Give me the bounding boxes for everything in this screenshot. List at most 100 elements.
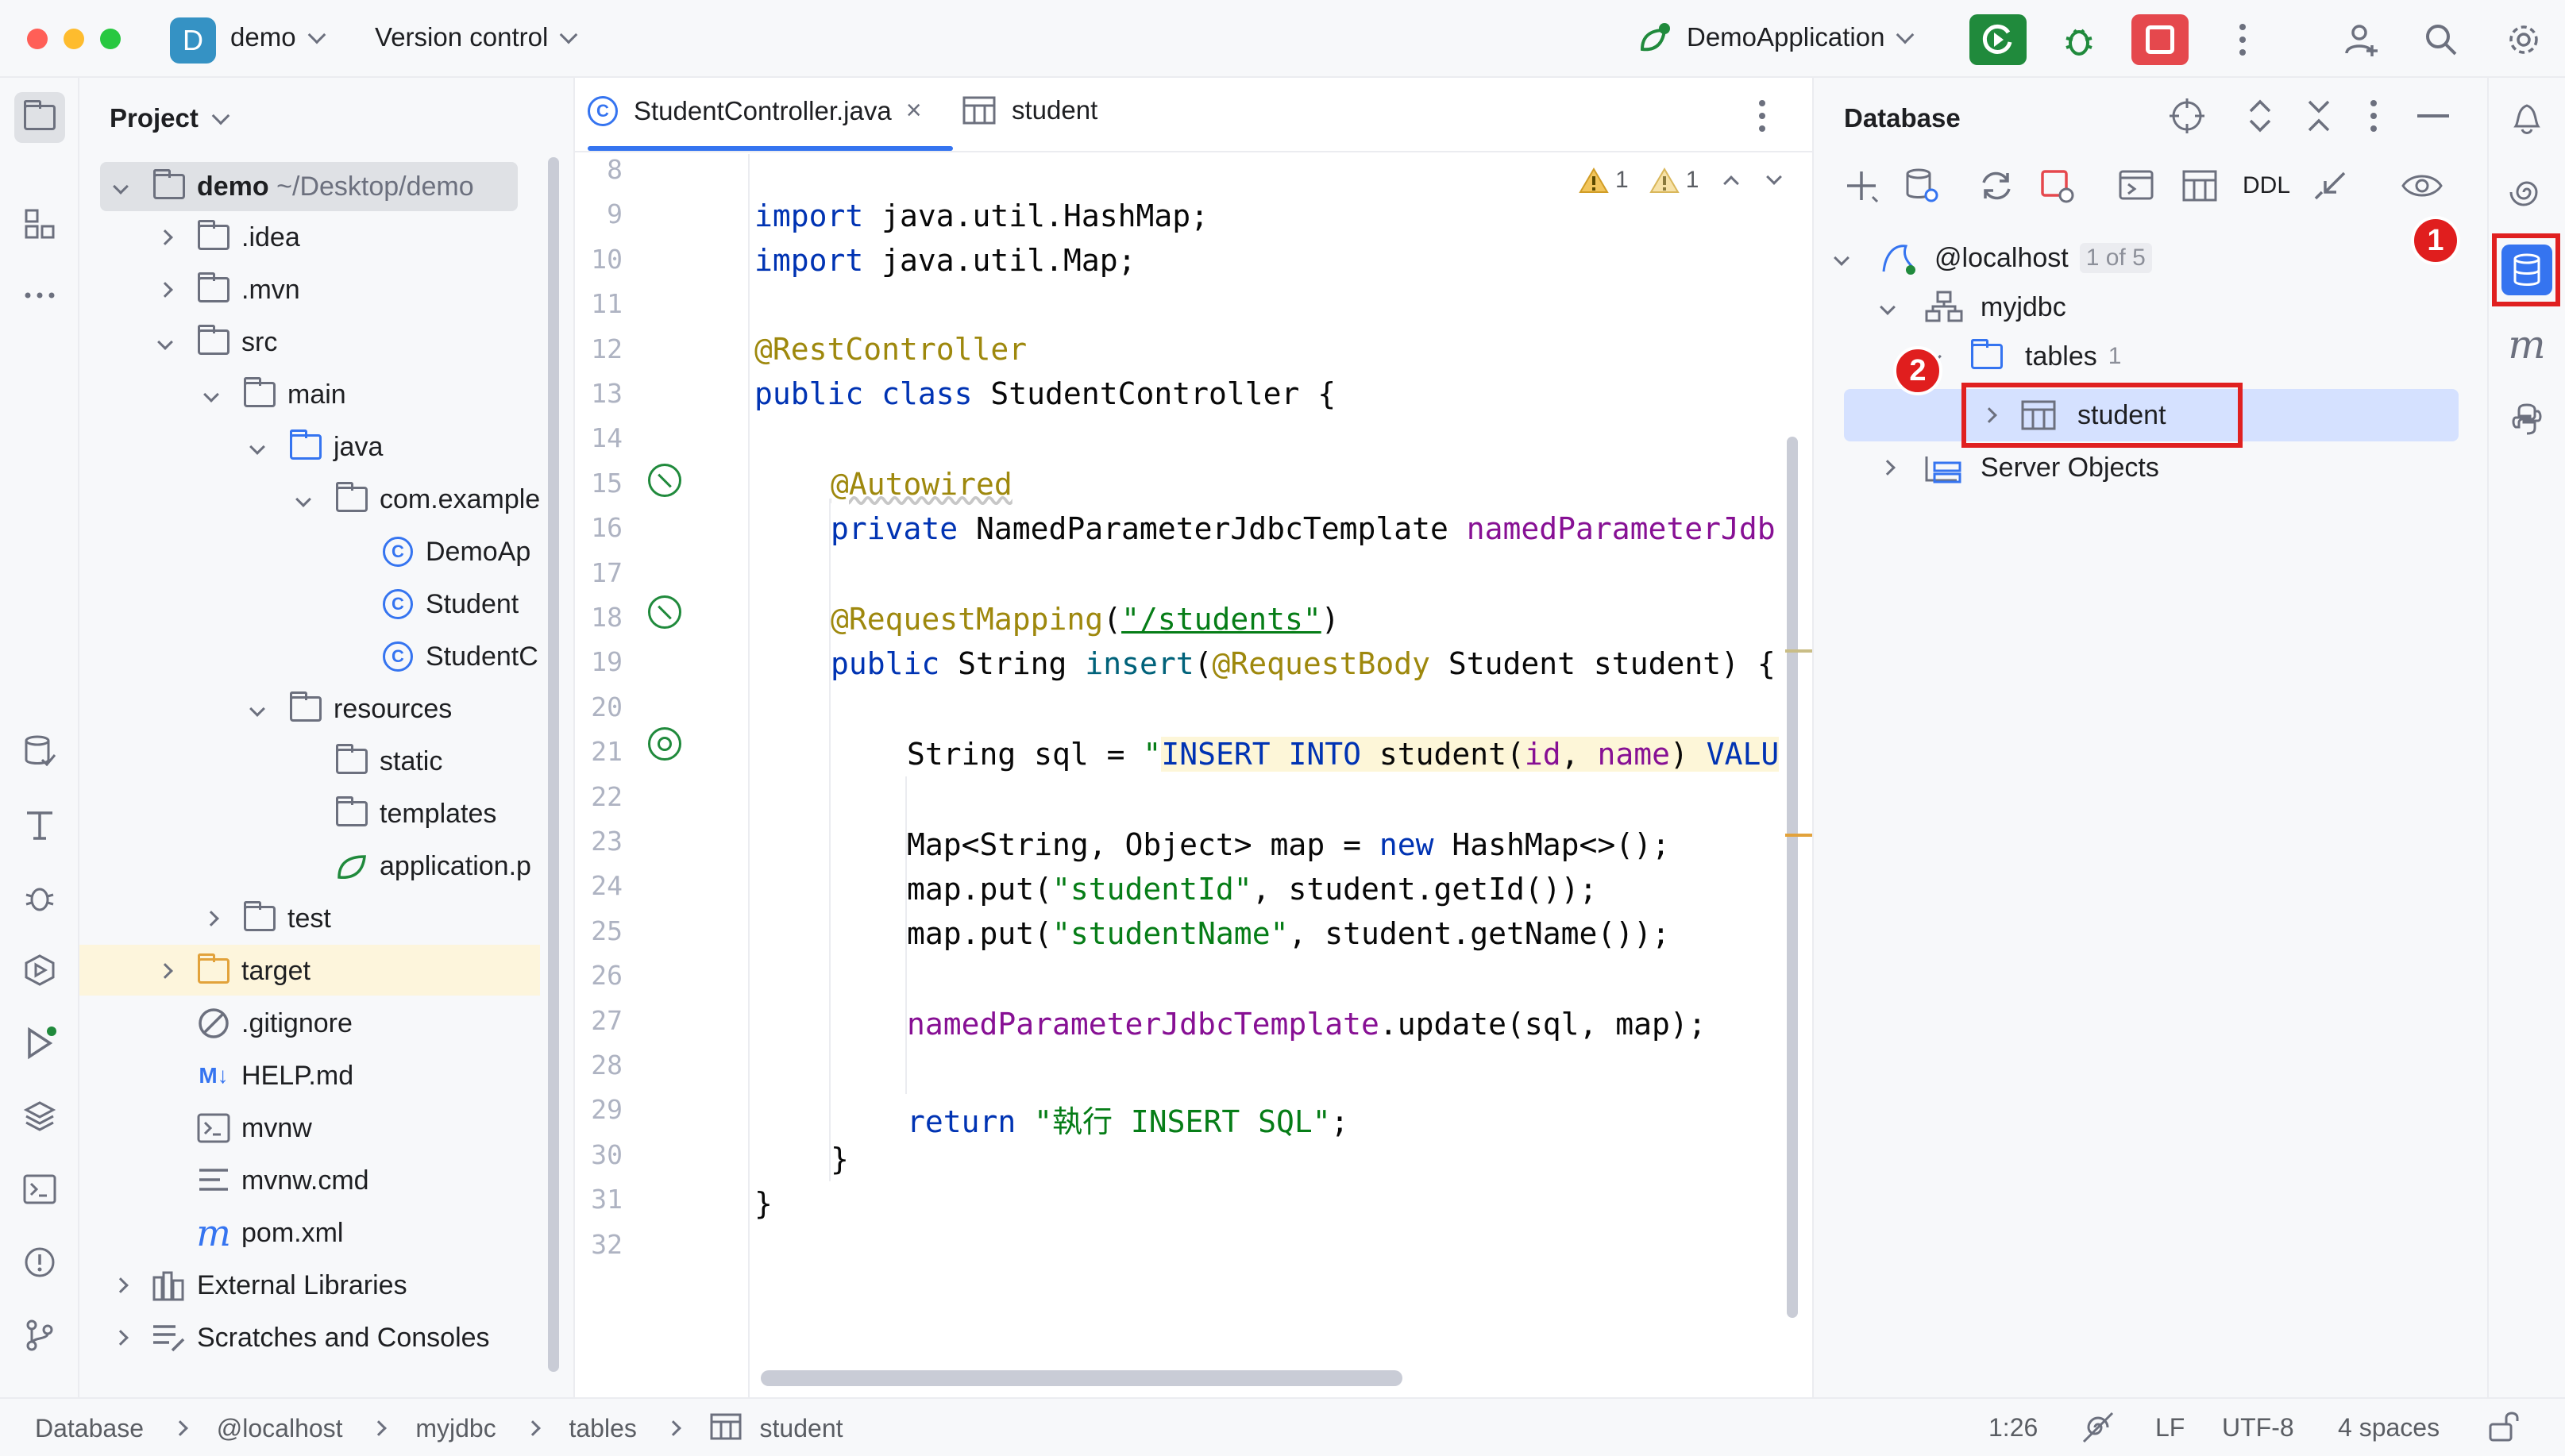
line-separator[interactable]: LF — [2155, 1413, 2185, 1443]
code-line-21[interactable]: String sql = "INSERT INTO student(id, na… — [754, 737, 1780, 772]
code-line-19[interactable]: public String insert(@RequestBody Studen… — [754, 646, 1776, 681]
problems-tool-button[interactable] — [14, 1237, 65, 1288]
more-actions-button[interactable] — [2219, 16, 2266, 64]
stop-button[interactable] — [2131, 14, 2189, 65]
tree-row-gitignore[interactable]: .gitignore — [79, 999, 540, 1048]
code-line-24[interactable]: map.put("studentId", student.getId()); — [754, 872, 1597, 907]
code-line-29[interactable]: return "執行 INSERT SQL"; — [754, 1097, 1348, 1141]
ddl-button[interactable]: DDL — [2235, 162, 2298, 210]
project-switcher[interactable]: demo — [230, 22, 326, 52]
more-tools-button[interactable] — [14, 270, 65, 321]
view-options-button[interactable] — [2398, 162, 2446, 210]
project-panel-title[interactable]: Project — [110, 103, 230, 133]
layers-tool-button[interactable] — [14, 1091, 65, 1142]
tree-row-mvnw[interactable]: mvnw — [79, 1104, 540, 1153]
project-tool-button[interactable] — [14, 92, 65, 143]
expand-all-button[interactable] — [2243, 97, 2278, 139]
tree-row-external-libraries[interactable]: External Libraries — [79, 1261, 540, 1310]
indent-setting[interactable]: 4 spaces — [2338, 1413, 2440, 1443]
tree-row-templates[interactable]: templates — [79, 789, 540, 838]
terminal-tool-button[interactable] — [14, 1164, 65, 1215]
db-tree-tables[interactable]: tables 1 — [1926, 332, 2121, 381]
breadcrumb-item[interactable]: student — [760, 1414, 843, 1443]
tab-student-controller[interactable]: C StudentController.java × — [588, 95, 922, 126]
project-scrollbar[interactable] — [548, 157, 559, 1372]
ai-status-button[interactable] — [2081, 1410, 2116, 1451]
tree-row-main[interactable]: main — [79, 370, 540, 419]
structure-tool-button[interactable] — [14, 198, 65, 249]
code-line-30[interactable]: } — [754, 1142, 849, 1177]
db-options-button[interactable] — [2370, 98, 2378, 137]
run-config-selector[interactable]: DemoApplication — [1687, 22, 1915, 52]
close-window-button[interactable] — [27, 29, 48, 49]
code-line-15[interactable]: @Autowired — [754, 467, 1012, 502]
code-line-18[interactable]: @RequestMapping("/students") — [754, 602, 1340, 637]
bean-gutter-icon[interactable] — [648, 464, 681, 497]
code-line-12[interactable]: @RestController — [754, 332, 1027, 367]
breadcrumb-item[interactable]: myjdbc — [415, 1414, 496, 1443]
run-tool-button[interactable] — [14, 1018, 65, 1069]
database-tool-button[interactable] — [2501, 245, 2552, 295]
breadcrumb-item[interactable]: @localhost — [217, 1414, 343, 1443]
debug-tool-button[interactable] — [14, 872, 65, 923]
close-tab-icon[interactable]: × — [906, 95, 922, 126]
caret-position[interactable]: 1:26 — [1988, 1413, 2038, 1443]
python-tool-button[interactable] — [2501, 394, 2552, 445]
tree-row-scratches[interactable]: Scratches and Consoles — [79, 1313, 540, 1362]
code-line-16[interactable]: private NamedParameterJdbcTemplate named… — [754, 511, 1776, 546]
tree-row-application-properties[interactable]: application.p — [79, 842, 540, 891]
tree-row-demo[interactable]: demo ~/Desktop/demo — [79, 162, 540, 211]
tree-row-demo-application[interactable]: C DemoAp — [79, 527, 540, 576]
tree-row-student[interactable]: C Student — [79, 580, 540, 629]
tree-row-mvnw-cmd[interactable]: mvnw.cmd — [79, 1156, 540, 1205]
tree-row-idea[interactable]: .idea — [79, 213, 540, 262]
add-user-button[interactable] — [2338, 16, 2386, 64]
read-only-toggle[interactable] — [2487, 1408, 2522, 1450]
file-encoding[interactable]: UTF-8 — [2222, 1413, 2294, 1443]
code-line-9[interactable]: import java.util.HashMap; — [754, 198, 1209, 233]
debug-button[interactable] — [2050, 14, 2108, 65]
db-tree-localhost[interactable]: @localhost 1 of 5 — [1834, 233, 2152, 283]
table-view-button[interactable] — [2176, 162, 2224, 210]
settings-button[interactable] — [2500, 16, 2548, 64]
endpoint-gutter-icon[interactable] — [648, 727, 681, 761]
services-tool-button[interactable] — [14, 726, 65, 776]
db-tree-schema[interactable]: myjdbc — [1880, 283, 2066, 332]
services-run-tool-button[interactable] — [14, 945, 65, 996]
chevron-down-icon[interactable] — [1766, 169, 1783, 185]
autowired-gutter-icon[interactable] — [648, 595, 681, 629]
tree-row-help-md[interactable]: M↓ HELP.md — [79, 1051, 540, 1100]
tree-row-student-controller[interactable]: C StudentC — [79, 632, 540, 681]
datasource-properties-button[interactable] — [1898, 162, 1946, 210]
maven-tool-button[interactable]: m — [2501, 319, 2552, 370]
minimize-window-button[interactable] — [64, 29, 84, 49]
tree-row-pom-xml[interactable]: m pom.xml — [79, 1208, 540, 1258]
query-console-button[interactable] — [2112, 162, 2160, 210]
git-tool-button[interactable] — [14, 1310, 65, 1361]
breadcrumb-item[interactable]: tables — [569, 1414, 636, 1443]
inspection-widget[interactable]: 1 1 — [1579, 167, 1783, 194]
code-line-25[interactable]: map.put("studentName", student.getName()… — [754, 916, 1670, 951]
endpoints-tool-button[interactable] — [14, 799, 65, 849]
code-line-10[interactable]: import java.util.Map; — [754, 243, 1136, 278]
search-button[interactable] — [2417, 16, 2465, 64]
tab-more-button[interactable] — [1758, 98, 1766, 137]
code-line-13[interactable]: public class StudentController { — [754, 376, 1336, 411]
tree-row-package[interactable]: com.example — [79, 475, 540, 524]
disconnect-button[interactable] — [2033, 162, 2081, 210]
notifications-button[interactable] — [2501, 92, 2552, 143]
breadcrumb-item[interactable]: Database — [35, 1414, 144, 1443]
code-line-27[interactable]: namedParameterJdbcTemplate.update(sql, m… — [754, 1007, 1707, 1042]
tree-row-src[interactable]: src — [79, 318, 540, 367]
code-line-23[interactable]: Map<String, Object> map = new HashMap<>(… — [754, 827, 1670, 862]
tab-student-table[interactable]: student — [962, 95, 1097, 125]
tree-row-java[interactable]: java — [79, 422, 540, 472]
editor-horizontal-scrollbar[interactable] — [761, 1370, 1402, 1386]
locate-button[interactable] — [2168, 97, 2206, 139]
hide-panel-button[interactable] — [2417, 114, 2449, 117]
refresh-button[interactable] — [1973, 162, 2020, 210]
rerun-button[interactable] — [1969, 14, 2027, 65]
zoom-window-button[interactable] — [100, 29, 121, 49]
tree-row-resources[interactable]: resources — [79, 684, 540, 734]
db-tree-server-objects[interactable]: Server Objects — [1880, 443, 2159, 492]
